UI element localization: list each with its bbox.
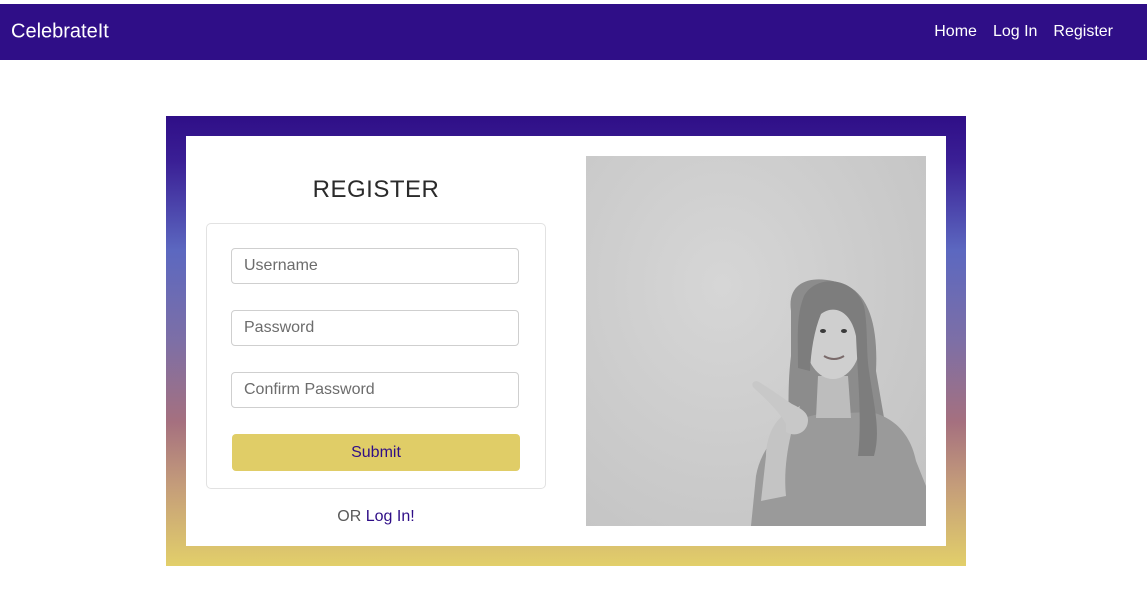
nav-home-link[interactable]: Home — [934, 23, 977, 41]
or-text: OR — [337, 508, 362, 525]
register-card: REGISTER Submit OR Log In! — [186, 136, 946, 546]
username-input[interactable] — [231, 248, 519, 284]
navbar: CelebrateIt Home Log In Register — [0, 4, 1147, 60]
submit-button[interactable]: Submit — [232, 434, 520, 471]
gradient-frame: REGISTER Submit OR Log In! — [166, 116, 966, 566]
page-title: REGISTER — [312, 176, 440, 203]
register-form: Submit — [206, 223, 546, 489]
brand-logo[interactable]: CelebrateIt — [11, 21, 109, 44]
password-input[interactable] — [231, 310, 519, 346]
woman-illustration — [751, 279, 926, 526]
nav-register-link[interactable]: Register — [1053, 23, 1113, 41]
login-prompt: OR Log In! — [206, 508, 546, 526]
login-link[interactable]: Log In! — [366, 508, 415, 525]
nav-links: Home Log In Register — [934, 23, 1113, 41]
woman-pointing-photo — [586, 156, 926, 526]
nav-login-link[interactable]: Log In — [993, 23, 1037, 41]
confirm-password-input[interactable] — [231, 372, 519, 408]
